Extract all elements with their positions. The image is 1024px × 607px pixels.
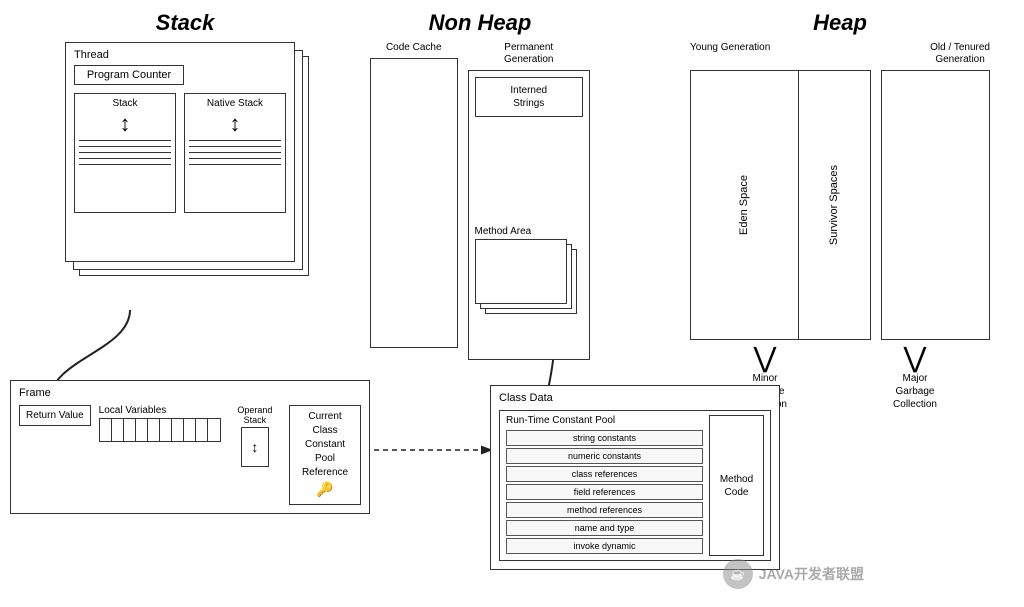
stack-native-row: Stack ↕ Native Stack ↕ [74, 93, 286, 213]
rt-item-5: name and type [506, 520, 703, 536]
operand-stack-box: ↕ [241, 427, 269, 467]
stack-line-5 [79, 164, 171, 165]
perm-gen-col: PermanentGeneration InternedStrings Meth… [468, 42, 591, 360]
nonheap-title: Non Heap [370, 10, 590, 36]
eden-space: Eden Space [691, 71, 799, 339]
interned-strings-box: InternedStrings [475, 77, 584, 117]
current-class-box: Current ClassConstant PoolReference 🔑 [289, 405, 361, 505]
frame-label: Frame [19, 387, 361, 399]
nonheap-section: Non Heap Code Cache PermanentGeneration … [370, 10, 590, 360]
stack-line-3 [79, 152, 171, 153]
native-line-4 [189, 158, 281, 159]
thread-content: Thread Program Counter Stack ↕ [65, 42, 295, 262]
code-cache-box [370, 58, 458, 348]
classdata-section: Class Data Run-Time Constant Pool string… [490, 385, 780, 570]
minor-gc-arrow: ⋁ [743, 344, 787, 372]
native-line-5 [189, 164, 281, 165]
lv-cell-10 [208, 419, 220, 441]
native-stack-label: Native Stack [189, 98, 281, 109]
stack-line-4 [79, 158, 171, 159]
method-area-label: Method Area [475, 226, 584, 237]
lv-cell-3 [124, 419, 136, 441]
lv-cell-8 [184, 419, 196, 441]
local-vars-grid [99, 418, 221, 442]
runtime-cp-left: Run-Time Constant Pool string constants … [506, 415, 703, 556]
watermark: ☕ JAVA开发者联盟 [723, 559, 864, 589]
eden-space-label: Eden Space [738, 175, 750, 235]
survivor-space: Survivor Spaces [799, 71, 870, 339]
stack-label: Stack [79, 98, 171, 109]
survivor-spaces-label: Survivor Spaces [828, 165, 840, 245]
heap-title: Heap [680, 10, 1000, 36]
classdata-label: Class Data [499, 392, 771, 404]
lv-cell-5 [148, 419, 160, 441]
lv-cell-6 [160, 419, 172, 441]
stack-line-2 [79, 146, 171, 147]
perm-gen-box: InternedStrings Method Area [468, 70, 591, 360]
rt-item-3: field references [506, 484, 703, 500]
old-tenured-label: Old / TenuredGeneration [930, 42, 990, 66]
local-vars-label: Local Variables [99, 405, 167, 416]
stack-lines [79, 140, 171, 165]
rt-item-4: method references [506, 502, 703, 518]
heap-boxes-row: Eden Space Survivor Spaces [680, 70, 1000, 340]
major-gc-label: MajorGarbageCollection [893, 373, 937, 410]
stack-line-1 [79, 140, 171, 141]
rt-items-list: string constants numeric constants class… [506, 430, 703, 554]
major-gc-arrow: ⋁ [893, 344, 937, 372]
operand-stack-section: Operand Stack ↕ [229, 405, 281, 467]
lv-cell-4 [136, 419, 148, 441]
native-line-1 [189, 140, 281, 141]
stack-box: Stack ↕ [74, 93, 176, 213]
watermark-icon: ☕ [723, 559, 753, 589]
ma-paper1 [475, 239, 567, 304]
thread-label: Thread [74, 49, 286, 61]
lv-cell-9 [196, 419, 208, 441]
heap-gen-labels: Young Generation Old / TenuredGeneration [680, 42, 1000, 66]
native-stack-lines [189, 140, 281, 165]
young-gen-box: Eden Space Survivor Spaces [690, 70, 871, 340]
thread-outer: Thread Program Counter Stack ↕ [65, 42, 305, 262]
method-area-container: Method Area [475, 226, 584, 329]
local-vars-section: Local Variables [99, 405, 221, 442]
main-container: Stack Thread Program Counter Stack ↕ [0, 0, 1024, 607]
lv-cell-2 [112, 419, 124, 441]
young-gen-label: Young Generation [690, 42, 770, 66]
frame-inner: Return Value Local Variables [19, 405, 361, 505]
lv-cell-1 [100, 419, 112, 441]
runtime-cp-box: Run-Time Constant Pool string constants … [499, 410, 771, 561]
frame-section: Frame Return Value Local Variables [10, 380, 370, 514]
watermark-text: JAVA开发者联盟 [759, 564, 864, 584]
classdata-outer: Class Data Run-Time Constant Pool string… [490, 385, 780, 570]
return-value-box: Return Value [19, 405, 91, 426]
native-stack-box: Native Stack ↕ [184, 93, 286, 213]
rt-item-0: string constants [506, 430, 703, 446]
native-stack-arrow: ↕ [189, 113, 281, 135]
code-cache-label: Code Cache [370, 42, 458, 54]
old-tenured-box [881, 70, 990, 340]
stack-title: Stack [30, 10, 340, 36]
stack-arrow: ↕ [79, 113, 171, 135]
native-line-2 [189, 146, 281, 147]
nonheap-columns: Code Cache PermanentGeneration InternedS… [370, 42, 590, 360]
method-code-box: MethodCode [709, 415, 764, 556]
method-area-stack [475, 239, 584, 329]
rt-item-2: class references [506, 466, 703, 482]
runtime-cp-label: Run-Time Constant Pool [506, 415, 703, 426]
native-line-3 [189, 152, 281, 153]
frame-outer: Frame Return Value Local Variables [10, 380, 370, 514]
heap-section: Heap Young Generation Old / TenuredGener… [680, 10, 1000, 411]
program-counter-box: Program Counter [74, 65, 184, 85]
code-cache-col: Code Cache [370, 42, 458, 360]
major-gc-group: ⋁ MajorGarbageCollection [893, 344, 937, 411]
stack-section: Stack Thread Program Counter Stack ↕ [30, 10, 340, 262]
lv-cell-7 [172, 419, 184, 441]
perm-gen-label: PermanentGeneration [468, 42, 591, 66]
rt-item-1: numeric constants [506, 448, 703, 464]
rt-item-6: invoke dynamic [506, 538, 703, 554]
